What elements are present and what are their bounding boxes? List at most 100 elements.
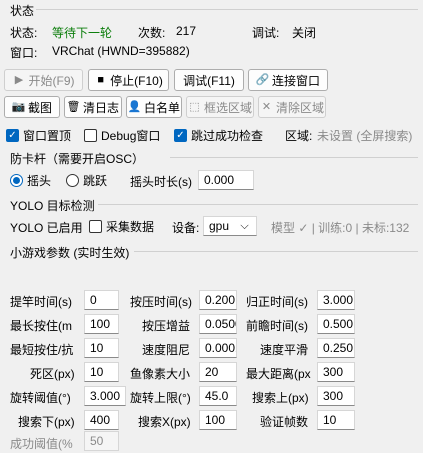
state-value: 等待下一轮: [52, 26, 113, 40]
shake-duration-label: 摇头时长(s): [130, 175, 192, 189]
checkmark-icon: ✓: [174, 129, 187, 142]
shake-duration-input[interactable]: 0.000: [198, 170, 254, 190]
collect-data-checkbox[interactable]: 采集数据: [89, 218, 154, 235]
checkbox-empty-icon: [84, 129, 97, 142]
stop-button-label: 停止(F10): [110, 73, 163, 88]
debug-status-label: 调试:: [252, 26, 280, 40]
jump-radio[interactable]: 跳跃: [66, 172, 107, 189]
param-input[interactable]: 0.00013: [199, 338, 237, 358]
param-input[interactable]: 10: [317, 410, 355, 430]
param-label: 死区(px): [30, 367, 75, 381]
camera-icon: 📷: [11, 100, 26, 113]
skip-check-checkbox[interactable]: ✓ 跳过成功检查: [174, 127, 263, 144]
checkbox-empty-icon: [89, 220, 102, 233]
status-group-divider: [36, 9, 418, 10]
topmost-checkbox[interactable]: ✓ 窗口置顶: [6, 127, 71, 144]
param-label: 归正时间(s): [246, 295, 308, 309]
radio-selected-icon: [10, 174, 23, 187]
debug-status-value: 关闭: [292, 26, 317, 40]
window-value: VRChat (HWND=395882): [52, 44, 190, 58]
param-label: 鱼像素大小: [130, 367, 191, 381]
close-icon: ✕: [261, 100, 272, 113]
param-label: 提竿时间(s): [10, 295, 72, 309]
crop-icon: ⬚: [189, 100, 200, 113]
stop-button[interactable]: ■ 停止(F10): [88, 69, 169, 91]
model-status: 模型 ✓ | 训练:0 | 未标:132: [271, 221, 410, 235]
clear-log-button[interactable]: 🗑 清日志: [64, 96, 122, 118]
select-region-label: 框选区域: [203, 100, 252, 115]
param-label: 验证帧数: [260, 415, 309, 429]
shake-label: 摇头: [27, 174, 52, 188]
start-button[interactable]: ▶ 开始(F9): [4, 69, 83, 91]
debug-window-checkbox[interactable]: Debug窗口: [84, 127, 160, 144]
collect-data-label: 采集数据: [106, 220, 155, 234]
anti-stuck-divider: [170, 157, 418, 158]
link-icon: 🔗: [255, 73, 270, 86]
count-label: 次数:: [138, 26, 166, 40]
chevron-down-icon: ⌵: [240, 219, 249, 232]
shake-radio[interactable]: 摇头: [10, 172, 51, 189]
param-input[interactable]: 0.200: [199, 290, 237, 310]
param-input[interactable]: 100: [84, 314, 119, 334]
param-input[interactable]: 10: [84, 338, 119, 358]
connect-window-button[interactable]: 🔗 连接窗口: [248, 69, 328, 91]
anti-stuck-group-title: 防卡杆（需要开启OSC）: [10, 152, 145, 166]
param-label: 搜索上(px): [252, 391, 309, 405]
trash-icon: 🗑: [66, 100, 81, 113]
success-threshold-input[interactable]: 50: [84, 431, 119, 451]
param-label: 旋转阈值(°): [10, 391, 71, 405]
region-label: 区域:: [285, 129, 313, 143]
param-input[interactable]: 400: [84, 410, 119, 430]
param-input[interactable]: 20: [199, 362, 237, 382]
skip-check-label: 跳过成功检查: [191, 129, 264, 143]
params-divider: [134, 251, 418, 252]
param-label: 最短按住/抗: [10, 343, 74, 357]
select-region-button[interactable]: ⬚ 框选区域: [186, 96, 254, 118]
param-label: 前瞻时间(s): [246, 319, 308, 333]
clear-region-button[interactable]: ✕ 清除区域: [258, 96, 326, 118]
param-label: 按压时间(s): [130, 295, 192, 309]
region-value: 未设置 (全屏搜索): [317, 129, 413, 143]
param-input[interactable]: 0.0500: [199, 314, 237, 334]
success-threshold-label: 成功阈值(%: [10, 437, 73, 451]
param-input[interactable]: 300: [317, 362, 355, 382]
debug-button[interactable]: 调试(F11): [174, 69, 244, 91]
params-group-title: 小游戏参数 (实时生效): [10, 246, 130, 260]
yolo-group-title: YOLO 目标检测: [10, 199, 95, 213]
yolo-enabled-label: YOLO 已启用: [10, 221, 83, 235]
jump-label: 跳跃: [83, 174, 108, 188]
debug-window-label: Debug窗口: [101, 129, 161, 143]
debug-button-label: 调试(F11): [183, 73, 235, 88]
clear-log-label: 清日志: [82, 100, 119, 115]
start-button-label: 开始(F9): [28, 73, 75, 88]
connect-window-label: 连接窗口: [271, 73, 320, 88]
param-input[interactable]: 10: [84, 362, 119, 382]
yolo-divider: [98, 204, 418, 205]
param-label: 搜索下(px): [18, 415, 75, 429]
param-input[interactable]: 3.000: [84, 386, 126, 406]
user-icon: 👤: [127, 100, 142, 113]
param-label: 速度阻尼: [142, 343, 191, 357]
screenshot-button[interactable]: 📷 截图: [4, 96, 60, 118]
param-input[interactable]: 0: [84, 290, 119, 310]
param-label: 旋转上限(°): [130, 391, 191, 405]
param-input[interactable]: 100: [199, 410, 237, 430]
param-input[interactable]: 300: [317, 386, 355, 406]
param-label: 搜索X(px): [138, 415, 191, 429]
param-input[interactable]: 0.250: [317, 338, 355, 358]
status-group-title: 状态: [10, 4, 35, 18]
device-select-value: gpu: [209, 219, 230, 233]
param-input[interactable]: 0.500: [317, 314, 355, 334]
whitelist-button[interactable]: 👤 白名单: [126, 96, 182, 118]
window-label: 窗口:: [10, 46, 38, 60]
param-label: 按压增益: [142, 319, 191, 333]
stop-icon: ■: [97, 73, 104, 86]
topmost-label: 窗口置顶: [23, 129, 72, 143]
clear-region-label: 清除区域: [275, 100, 324, 115]
screenshot-label: 截图: [27, 100, 52, 115]
device-select[interactable]: gpu ⌵: [203, 216, 257, 236]
param-input[interactable]: 45.0: [199, 386, 237, 406]
param-input[interactable]: 3.000: [317, 290, 355, 310]
whitelist-label: 白名单: [143, 100, 180, 115]
radio-empty-icon: [66, 174, 79, 187]
